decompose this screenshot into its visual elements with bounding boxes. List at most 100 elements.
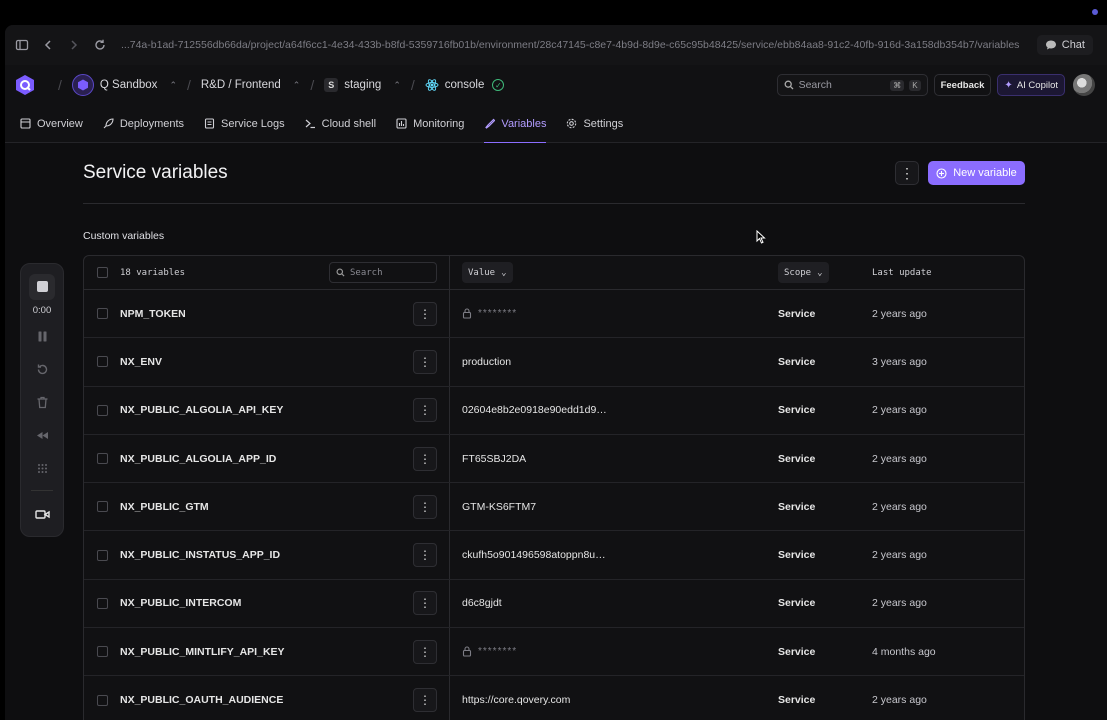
variable-value-cell: FT65SBJ2DA [450,453,778,465]
row-checkbox[interactable] [96,404,108,416]
tab-label: Settings [583,117,624,130]
tab-label: Overview [37,117,83,130]
service-name: console [444,79,485,91]
variable-value-cell: https://core.qovery.com [450,694,778,706]
environment-name: staging [344,79,382,91]
chevron-down-icon: ⌄ [817,267,823,278]
breadcrumb-separator: / [58,77,62,93]
variable-value: ckufh5o901496598atoppn8u… [462,549,606,562]
rewind-icon[interactable] [31,424,53,446]
row-actions-button[interactable]: ⋮ [413,639,437,664]
row-actions-button[interactable]: ⋮ [413,591,437,616]
trash-icon[interactable] [31,392,53,414]
tab-settings[interactable]: Settings [566,105,623,143]
tab-service-logs[interactable]: Service Logs [204,105,285,143]
reload-icon[interactable] [87,32,113,58]
variable-scope: Service [778,404,816,417]
variable-value-cell: ******** [450,308,778,319]
variables-table: 18 variables Search Value ⌄ Scope ⌄ Last… [83,255,1025,720]
camera-icon[interactable] [31,503,53,525]
table-row: NX_ENV ⋮ production Service 3 years ago [84,338,1024,387]
browser-toolbar: ...74a-b1ad-712556db66da/project/a64f6cc… [5,25,1107,65]
project-selector[interactable]: R&D / Frontend ⌃ [201,79,300,91]
variable-last-update: 2 years ago [872,549,927,562]
value-header-label: Value [468,267,496,278]
global-search-input[interactable]: Search ⌘ K [776,74,928,96]
stop-icon [36,281,48,293]
environment-selector[interactable]: S staging ⌃ [324,78,401,92]
user-avatar[interactable] [1073,74,1095,96]
row-actions-button[interactable]: ⋮ [413,543,437,568]
org-selector[interactable]: Q Sandbox ⌃ [71,74,177,96]
table-search-input[interactable]: Search [329,262,437,283]
select-all-checkbox[interactable] [96,267,108,278]
forward-icon[interactable] [61,32,87,58]
value-column-dropdown[interactable]: Value ⌄ [462,262,513,283]
layout-icon [20,118,31,129]
row-checkbox[interactable] [96,597,108,609]
breadcrumb-separator: / [186,77,191,93]
row-actions-button[interactable]: ⋮ [413,446,437,471]
row-actions-button[interactable]: ⋮ [413,349,437,374]
table-row: NX_PUBLIC_ALGOLIA_APP_ID ⋮ FT65SBJ2DA Se… [84,434,1024,484]
row-checkbox[interactable] [96,501,108,513]
tab-label: Cloud shell [321,117,377,130]
chat-button[interactable]: Chat [1036,35,1093,55]
new-variable-button[interactable]: New variable [928,161,1025,185]
tab-variables[interactable]: Variables [484,105,547,144]
row-actions-button[interactable]: ⋮ [413,494,437,519]
tab-deployments[interactable]: Deployments [103,105,184,143]
row-checkbox[interactable] [96,308,108,320]
variable-name: NX_PUBLIC_ALGOLIA_APP_ID [120,452,277,465]
qovery-logo-icon[interactable] [14,74,36,96]
sidebar-toggle-icon[interactable] [9,32,35,58]
row-checkbox[interactable] [96,694,108,706]
row-checkbox[interactable] [96,356,108,368]
variable-value: 02604e8b2e0918e90edd1d9… [462,404,607,417]
more-options-button[interactable]: ⋮ [895,161,919,185]
stop-recording-button[interactable] [29,274,55,300]
row-actions-button[interactable]: ⋮ [413,688,437,713]
breadcrumb-separator: / [410,77,415,93]
recording-timer: 0:00 [32,304,52,316]
service-selector[interactable]: console ✓ [425,78,505,92]
org-avatar [71,74,94,96]
tab-overview[interactable]: Overview [20,105,83,143]
tab-cloud-shell[interactable]: Cloud shell [305,105,376,143]
section-label: Custom variables [83,230,165,242]
pause-icon[interactable] [31,326,53,348]
chart-icon [396,118,407,129]
ai-copilot-button[interactable]: ✦ AI Copilot [997,74,1065,96]
url-bar[interactable]: ...74a-b1ad-712556db66da/project/a64f6cc… [113,39,1037,51]
row-actions-button[interactable]: ⋮ [413,398,437,423]
row-checkbox[interactable] [96,646,108,658]
variable-name: NX_PUBLIC_GTM [120,500,209,513]
grid-dots-icon[interactable] [31,457,53,479]
gear-icon [567,118,577,129]
variable-name: NX_ENV [120,355,163,368]
tab-monitoring[interactable]: Monitoring [396,105,464,143]
restart-icon[interactable] [31,359,53,381]
variable-value-cell: ******** [450,646,778,657]
scope-column-dropdown[interactable]: Scope ⌄ [778,262,829,283]
variable-value-cell: 02604e8b2e0918e90edd1d9… [450,404,778,416]
variable-name: NX_PUBLIC_INTERCOM [120,597,242,610]
plus-circle-icon [936,167,947,179]
variable-scope: Service [778,452,816,465]
variable-last-update: 2 years ago [872,694,927,707]
last-update-header: Last update [872,267,932,278]
feedback-button[interactable]: Feedback [933,74,992,96]
tab-label: Deployments [119,117,185,130]
variable-scope: Service [778,645,816,658]
secret-value-mask: ******** [478,646,518,658]
row-actions-button[interactable]: ⋮ [413,301,437,326]
kebab-icon: ⋮ [419,693,431,708]
shortcut-k-key: K [909,79,921,91]
row-checkbox[interactable] [96,453,108,465]
variable-last-update: 2 years ago [872,597,927,610]
row-checkbox[interactable] [96,549,108,561]
table-row: NX_PUBLIC_GTM ⋮ GTM-KS6FTM7 Service 2 ye… [84,483,1024,532]
variable-name: NPM_TOKEN [120,307,186,320]
back-icon[interactable] [35,32,61,58]
table-row: NX_PUBLIC_ALGOLIA_API_KEY ⋮ 02604e8b2e09… [84,386,1024,435]
